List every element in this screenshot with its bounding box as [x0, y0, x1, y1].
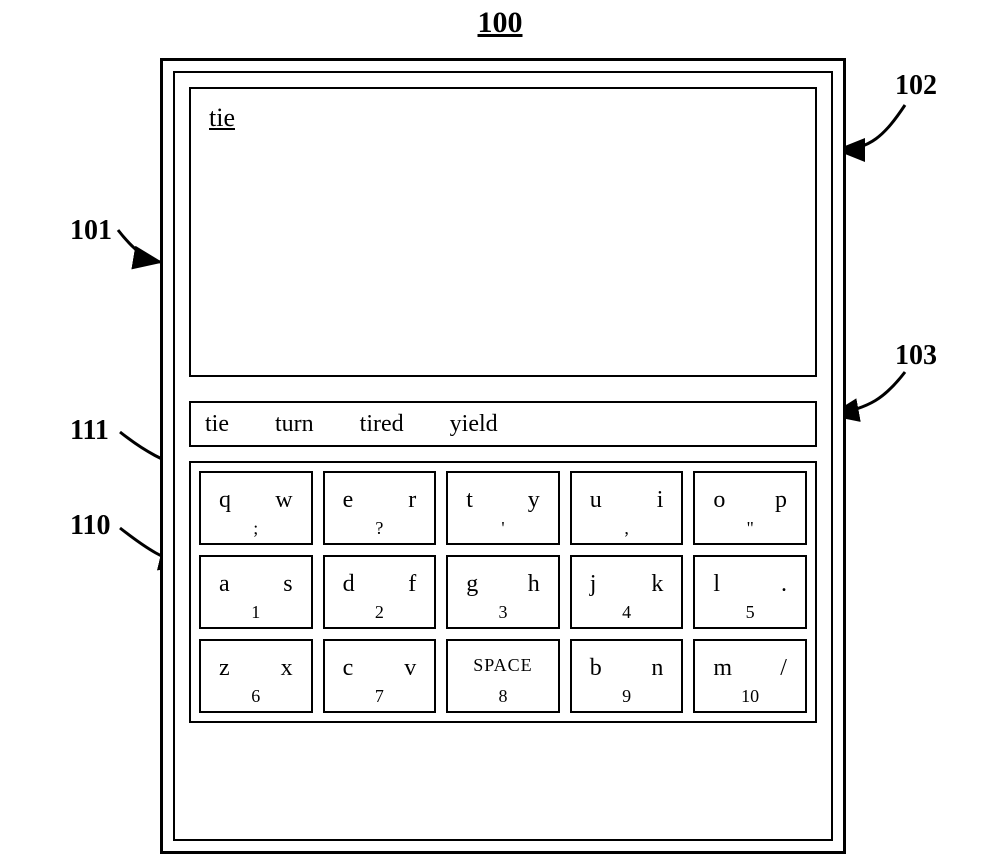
keyboard-row: z x 6 c v 7 SPACE 8 b n	[199, 639, 807, 713]
key-char: l	[713, 571, 720, 598]
key-char: SPACE	[448, 655, 558, 676]
key-char: x	[281, 655, 293, 682]
key-char: n	[651, 655, 663, 682]
suggestion-bar: tie turn tired yield	[189, 401, 817, 447]
keyboard-row: a s 1 d f 2 g h 3 j	[199, 555, 807, 629]
key-char: /	[780, 655, 787, 682]
key-char: a	[219, 571, 230, 598]
key-char: g	[466, 571, 478, 598]
key-char: h	[528, 571, 540, 598]
callout-101: 101	[70, 215, 112, 247]
key-char: t	[466, 487, 473, 514]
key-char: .	[781, 571, 787, 598]
key-sub: 9	[572, 686, 682, 707]
key-sub: 6	[201, 686, 311, 707]
key-bn[interactable]: b n 9	[570, 639, 684, 713]
key-char: s	[283, 571, 292, 598]
key-sub: '	[448, 518, 558, 539]
key-ui[interactable]: u i ,	[570, 471, 684, 545]
key-char: j	[590, 571, 597, 598]
key-char: k	[651, 571, 663, 598]
text-display-area[interactable]: tie	[189, 87, 817, 377]
key-gh[interactable]: g h 3	[446, 555, 560, 629]
key-l[interactable]: l . 5	[693, 555, 807, 629]
key-char: z	[219, 655, 230, 682]
key-sub: 1	[201, 602, 311, 623]
key-sub: ;	[201, 518, 311, 539]
key-er[interactable]: e r ?	[323, 471, 437, 545]
key-char: b	[590, 655, 602, 682]
diagram-canvas: 100 102 101 103 111 110 tie tie turn	[0, 0, 1000, 867]
typed-text: tie	[209, 103, 235, 133]
key-sub: 10	[695, 686, 805, 707]
figure-label: 100	[0, 6, 1000, 40]
callout-103: 103	[895, 340, 937, 372]
key-char: r	[408, 487, 416, 514]
callout-110: 110	[70, 510, 110, 542]
device-frame: tie tie turn tired yield q w ; e	[160, 58, 846, 854]
key-sub: 2	[325, 602, 435, 623]
suggestion-item[interactable]: tired	[360, 411, 404, 438]
key-sub: 3	[448, 602, 558, 623]
device-screen: tie tie turn tired yield q w ; e	[173, 71, 833, 841]
key-sub: "	[695, 518, 805, 539]
key-qw[interactable]: q w ;	[199, 471, 313, 545]
key-zx[interactable]: z x 6	[199, 639, 313, 713]
key-char: v	[404, 655, 416, 682]
key-char: w	[275, 487, 292, 514]
key-char: i	[657, 487, 664, 514]
key-char: o	[713, 487, 725, 514]
key-char: d	[343, 571, 355, 598]
key-cv[interactable]: c v 7	[323, 639, 437, 713]
key-sub: ,	[572, 518, 682, 539]
key-sub: 4	[572, 602, 682, 623]
key-sub: 7	[325, 686, 435, 707]
key-df[interactable]: d f 2	[323, 555, 437, 629]
key-sub: 5	[695, 602, 805, 623]
key-as[interactable]: a s 1	[199, 555, 313, 629]
key-jk[interactable]: j k 4	[570, 555, 684, 629]
key-space[interactable]: SPACE 8	[446, 639, 560, 713]
keyboard-row: q w ; e r ? t y ' u	[199, 471, 807, 545]
key-sub: 8	[448, 686, 558, 707]
callout-102: 102	[895, 70, 937, 102]
suggestion-item[interactable]: tie	[205, 411, 229, 438]
key-char: c	[343, 655, 354, 682]
key-sub: ?	[325, 518, 435, 539]
key-char: e	[343, 487, 354, 514]
key-char: f	[408, 571, 416, 598]
key-char: q	[219, 487, 231, 514]
key-char: y	[528, 487, 540, 514]
key-char: p	[775, 487, 787, 514]
key-char: m	[713, 655, 732, 682]
suggestion-item[interactable]: yield	[450, 411, 498, 438]
callout-111: 111	[70, 415, 109, 447]
key-char: u	[590, 487, 602, 514]
key-ty[interactable]: t y '	[446, 471, 560, 545]
suggestion-item[interactable]: turn	[275, 411, 314, 438]
virtual-keyboard: q w ; e r ? t y ' u	[189, 461, 817, 723]
key-op[interactable]: o p "	[693, 471, 807, 545]
key-m[interactable]: m / 10	[693, 639, 807, 713]
